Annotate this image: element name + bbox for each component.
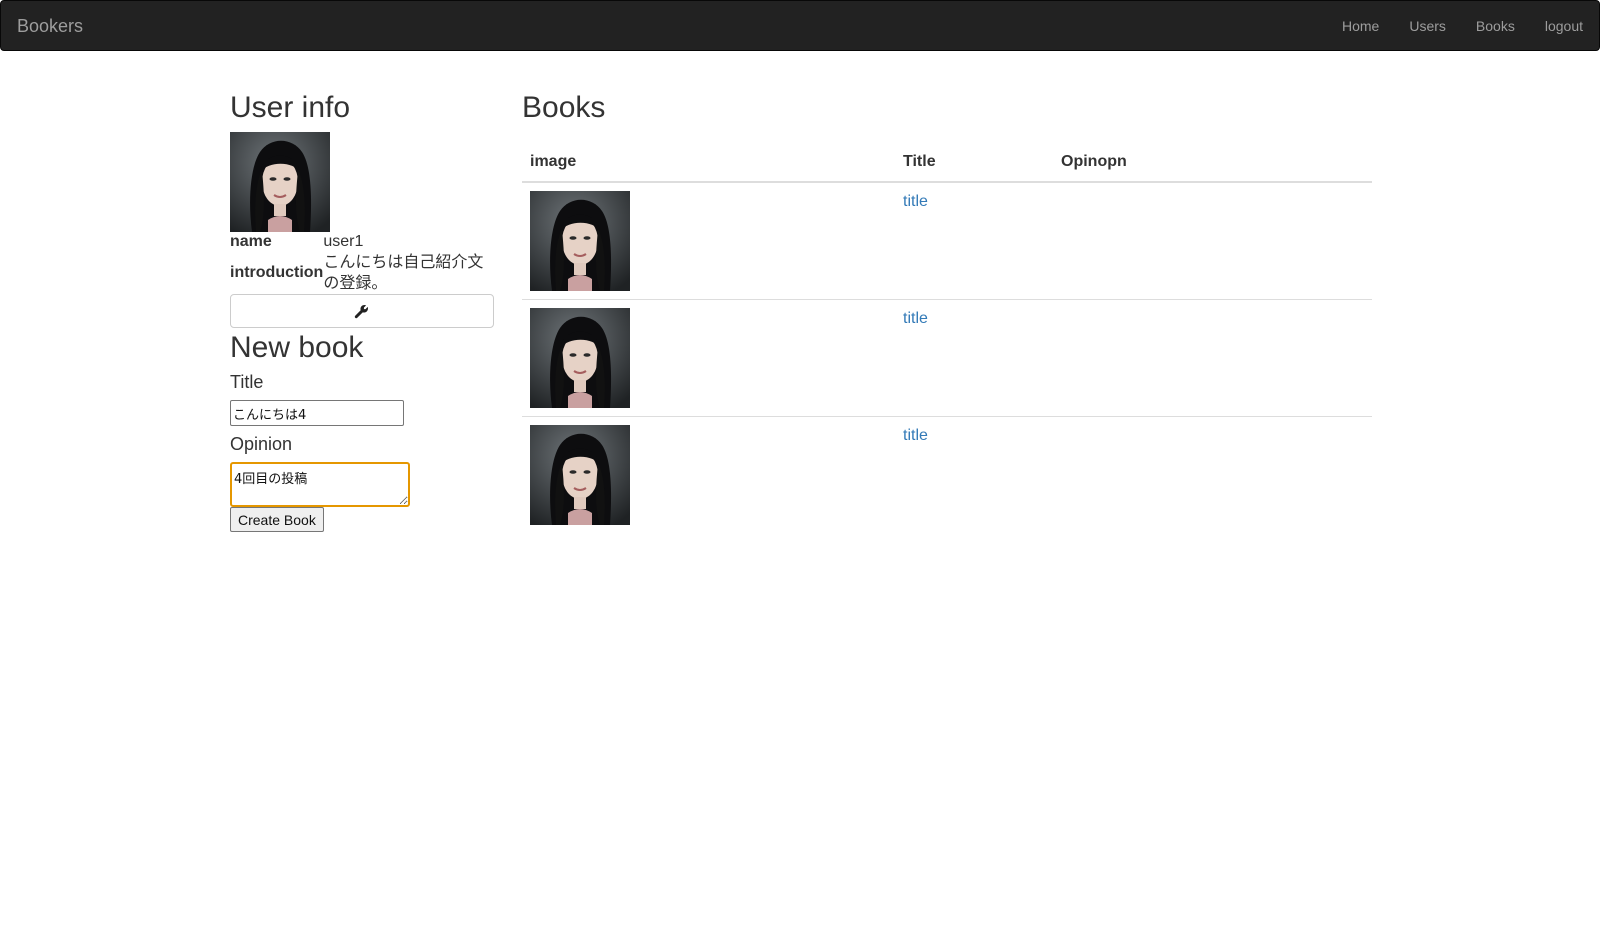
book-title-cell: title bbox=[895, 416, 1053, 534]
nav-books-link[interactable]: Books bbox=[1476, 18, 1515, 34]
book-opinion-cell bbox=[1053, 299, 1372, 417]
name-value: user1 bbox=[323, 233, 364, 250]
books-section: Books image Title Opinopn title title ti… bbox=[522, 90, 1372, 534]
book-image-cell bbox=[522, 182, 895, 300]
book-image[interactable] bbox=[530, 425, 630, 525]
book-opinion-cell bbox=[1053, 416, 1372, 534]
book-opinion-cell bbox=[1053, 182, 1372, 300]
column-header-title: Title bbox=[895, 142, 1053, 183]
column-header-image: image bbox=[522, 142, 895, 183]
user-info-table: name user1 introduction こんにちは自己紹介文の登録。 bbox=[230, 232, 489, 294]
edit-user-button[interactable] bbox=[230, 294, 494, 328]
nav-users-link[interactable]: Users bbox=[1409, 18, 1446, 34]
table-header-row: image Title Opinopn bbox=[522, 142, 1372, 183]
book-image[interactable] bbox=[530, 191, 630, 291]
brand-link[interactable]: Bookers bbox=[17, 16, 83, 37]
books-heading: Books bbox=[522, 91, 606, 124]
book-title-link[interactable]: title bbox=[903, 427, 928, 445]
user-avatar bbox=[230, 132, 330, 232]
table-row: title bbox=[522, 299, 1372, 417]
title-label: Title bbox=[230, 372, 264, 392]
navbar: Bookers Home Users Books logout bbox=[0, 0, 1600, 51]
name-label: name bbox=[230, 233, 272, 250]
user-info-heading: User info bbox=[230, 91, 351, 124]
introduction-label: introduction bbox=[230, 264, 324, 281]
books-table: image Title Opinopn title title title bbox=[522, 142, 1372, 534]
nav-links: Home Users Books logout bbox=[1312, 18, 1583, 34]
book-title-link[interactable]: title bbox=[903, 193, 928, 211]
book-image[interactable] bbox=[530, 308, 630, 408]
opinion-textarea[interactable]: 4回目の投稿 bbox=[230, 462, 410, 507]
book-image-cell bbox=[522, 416, 895, 534]
table-row: title bbox=[522, 182, 1372, 300]
nav-logout-link[interactable]: logout bbox=[1545, 18, 1583, 34]
new-book-heading: New book bbox=[230, 331, 364, 364]
opinion-label: Opinion bbox=[230, 434, 293, 454]
column-header-opinion: Opinopn bbox=[1053, 142, 1372, 183]
book-title-cell: title bbox=[895, 299, 1053, 417]
book-image-cell bbox=[522, 299, 895, 417]
book-title-cell: title bbox=[895, 182, 1053, 300]
create-book-button[interactable]: Create Book bbox=[230, 507, 324, 532]
table-row: title bbox=[522, 416, 1372, 534]
nav-home-link[interactable]: Home bbox=[1342, 18, 1379, 34]
user-sidebar: User info name user1 introduction こんにちは自… bbox=[230, 90, 494, 532]
book-title-link[interactable]: title bbox=[903, 310, 928, 328]
introduction-value: こんにちは自己紹介文の登録。 bbox=[323, 254, 484, 292]
title-input[interactable] bbox=[230, 400, 404, 426]
wrench-icon bbox=[354, 304, 369, 319]
